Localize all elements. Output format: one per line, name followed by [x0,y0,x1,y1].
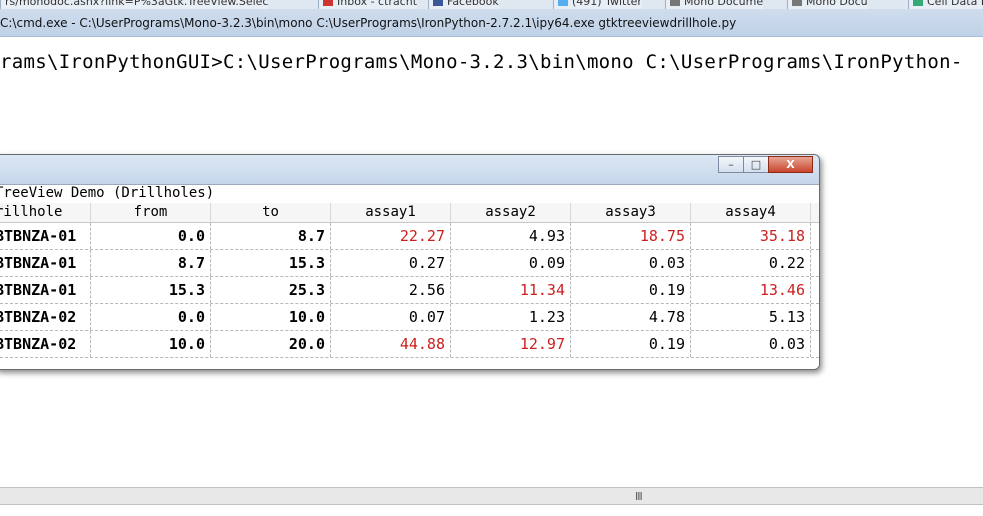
restore-icon: □ [750,158,762,171]
table-cell: 10.0 [91,331,211,357]
table-cell: 0.07 [331,304,451,330]
browser-tab-label: Facebook [447,0,499,8]
column-header[interactable]: from [91,203,211,222]
browser-tab[interactable]: (491) Twitter [553,0,642,9]
table-cell: 13.46 [691,277,811,303]
browser-tab[interactable]: Facebook [428,0,499,9]
table-cell: BTBNZA-02 [0,304,91,330]
bottom-strip [0,505,983,516]
table-cell: 18.75 [571,223,691,249]
table-row[interactable]: BTBNZA-01 0.0 8.7 22.27 4.93 18.75 35.18 [0,223,819,250]
close-button[interactable]: X [768,156,813,173]
close-icon: X [786,158,795,171]
treeview-rows: BTBNZA-01 0.0 8.7 22.27 4.93 18.75 35.18 BTBNZA… [0,223,819,358]
table-cell: 0.03 [571,250,691,276]
table-cell: 0.22 [691,250,811,276]
table-cell: 8.7 [91,250,211,276]
console-title-bar: C:\cmd.exe - C:\UserPrograms\Mono-3.2.3\… [0,9,983,37]
browser-tab-label: (491) Twitter [572,0,642,8]
table-cell: 25.3 [211,277,331,303]
browser-tab-strip: rs/monodoc.ashx?link=P%3aGtk.TreeView.Se… [0,0,983,9]
browser-tab[interactable]: rs/monodoc.ashx?link=P%3aGtk.TreeView.Se… [0,0,269,9]
column-header[interactable]: assay3 [571,203,691,222]
tab-favicon-icon [670,0,680,6]
tab-favicon-icon [792,0,802,6]
table-cell: BTBNZA-02 [0,331,91,357]
table-cell: 1.23 [451,304,571,330]
minimize-button[interactable]: – [718,156,744,173]
browser-tab[interactable]: Mono Docume [665,0,764,9]
tab-favicon-icon [433,0,443,6]
browser-tab-label: rs/monodoc.ashx?link=P%3aGtk.TreeView.Se… [5,0,269,8]
scrollbar-grip-icon[interactable]: III [635,490,643,503]
table-cell: 8.7 [211,223,331,249]
table-row[interactable]: BTBNZA-01 8.7 15.3 0.27 0.09 0.03 0.22 [0,250,819,277]
minimize-icon: – [728,158,734,171]
treeview-title: TreeView Demo (Drillholes) [0,185,215,201]
table-cell: 0.03 [691,331,811,357]
console-title: C:\cmd.exe - C:\UserPrograms\Mono-3.2.3\… [0,16,737,30]
table-cell: 44.88 [331,331,451,357]
table-cell: 0.19 [571,277,691,303]
column-header[interactable]: assay1 [331,203,451,222]
table-row[interactable]: BTBNZA-01 15.3 25.3 2.56 11.34 0.19 13.46 [0,277,819,304]
window-title-bar[interactable]: – □ X [0,155,819,185]
treeview-body: TreeView Demo (Drillholes) rillhole from t… [0,185,819,369]
table-cell: 15.3 [211,250,331,276]
table-cell: 20.0 [211,331,331,357]
tab-favicon-icon [558,0,568,6]
table-cell: 4.93 [451,223,571,249]
table-cell: 35.18 [691,223,811,249]
table-cell: 0.09 [451,250,571,276]
table-cell: 0.0 [91,304,211,330]
column-header[interactable]: to [211,203,331,222]
table-cell: 4.78 [571,304,691,330]
treeview-window: – □ X TreeView Demo (Drillholes) rillhol… [0,154,820,370]
browser-tab[interactable]: Mono Docu [787,0,868,9]
table-cell: 11.34 [451,277,571,303]
table-cell: 0.27 [331,250,451,276]
horizontal-scrollbar[interactable]: III [0,487,983,505]
browser-tab-label: Inbox - ctracht [337,0,418,8]
browser-tab-label: Cell Data F [927,0,983,8]
tab-favicon-icon [913,0,923,6]
table-row[interactable]: BTBNZA-02 0.0 10.0 0.07 1.23 4.78 5.13 [0,304,819,331]
restore-button[interactable]: □ [743,156,769,173]
column-header[interactable]: assay4 [691,203,811,222]
table-cell: 15.3 [91,277,211,303]
browser-tab[interactable]: Inbox - ctracht [318,0,418,9]
browser-tab[interactable]: Cell Data F [908,0,983,9]
browser-tab-label: Mono Docume [684,0,764,8]
table-cell: 2.56 [331,277,451,303]
column-header[interactable]: assay2 [451,203,571,222]
table-cell: 5.13 [691,304,811,330]
table-cell: 0.0 [91,223,211,249]
table-row[interactable]: BTBNZA-02 10.0 20.0 44.88 12.97 0.19 0.03 [0,331,819,358]
table-cell: BTBNZA-01 [0,223,91,249]
table-cell: 0.19 [571,331,691,357]
table-cell: 22.27 [331,223,451,249]
table-cell: BTBNZA-01 [0,277,91,303]
table-cell: BTBNZA-01 [0,250,91,276]
tab-favicon-icon [323,0,333,6]
table-cell: 10.0 [211,304,331,330]
console-prompt-line: rams\IronPythonGUI>C:\UserPrograms\Mono-… [0,51,963,73]
browser-tab-label: Mono Docu [806,0,868,8]
column-header[interactable]: rillhole [0,203,91,222]
table-cell: 12.97 [451,331,571,357]
treeview-header: rillhole from to assay1 assay2 assay3 assay4 [0,203,819,223]
